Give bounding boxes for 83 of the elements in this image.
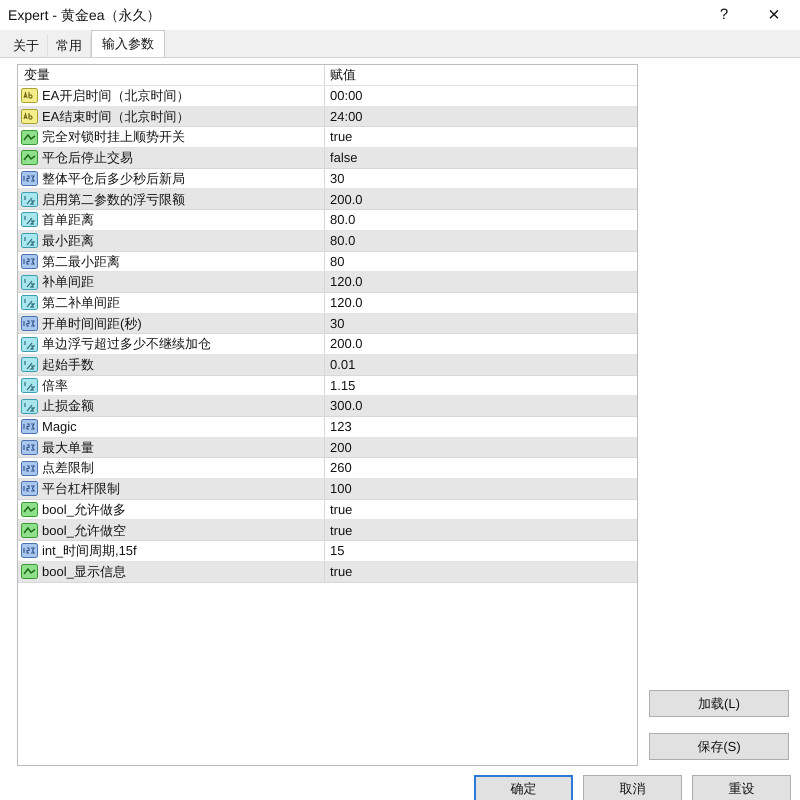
parameter-name: bool_允许做空 <box>42 522 126 540</box>
parameter-value[interactable]: 1.15 <box>325 376 635 396</box>
integer-type-icon <box>21 254 38 269</box>
parameter-name: 点差限制 <box>42 459 94 478</box>
fraction-type-icon <box>21 378 38 393</box>
parameter-value[interactable]: 15 <box>325 541 635 561</box>
parameter-name: 平台杠杆限制 <box>42 480 120 498</box>
parameter-value[interactable]: 200.0 <box>325 190 635 210</box>
fraction-type-icon <box>21 212 38 228</box>
fraction-type-icon <box>21 295 38 310</box>
dialog-button[interactable]: 重设 <box>692 775 791 800</box>
parameter-name: 平仓后停止交易 <box>42 149 133 168</box>
parameter-value[interactable]: 200.0 <box>325 334 635 354</box>
parameter-value[interactable]: 0.01 <box>325 355 635 375</box>
tab[interactable]: 输入参数 <box>91 30 165 57</box>
parameter-name: 起始手数 <box>42 356 94 374</box>
parameter-value[interactable]: 30 <box>325 168 635 188</box>
switch-type-icon <box>21 150 38 166</box>
integer-type-icon <box>21 543 38 558</box>
parameter-name: 单边浮亏超过多少不继续加仓 <box>42 335 211 354</box>
parameter-name: 启用第二参数的浮亏限额 <box>42 190 185 209</box>
integer-type-icon <box>21 481 38 496</box>
close-button[interactable]: × <box>764 0 784 30</box>
integer-type-icon <box>21 171 38 186</box>
parameter-value[interactable]: true <box>325 520 635 540</box>
parameter-name: 第二最小距离 <box>42 252 120 271</box>
parameter-name: Magic <box>42 418 77 436</box>
column-header[interactable]: 赋值 <box>325 65 356 85</box>
parameter-value[interactable]: 120.0 <box>325 292 635 312</box>
parameter-name: 完全对锁时挂上顺势开关 <box>42 128 185 146</box>
integer-type-icon <box>21 460 38 476</box>
dialog-button[interactable]: 确定 <box>474 775 573 800</box>
parameter-value[interactable]: 30 <box>325 314 635 334</box>
integer-type-icon <box>21 440 38 456</box>
parameter-name: 整体平仓后多少秒后新局 <box>42 170 185 188</box>
column-header[interactable]: 变量 <box>18 65 325 85</box>
help-button[interactable]: ? <box>714 4 734 26</box>
parameter-name: int_时间周期,15f <box>42 542 137 560</box>
text-type-icon <box>21 109 38 124</box>
parameter-name: EA结束时间（北京时间） <box>42 108 190 126</box>
parameter-name: 开单时间间距(秒) <box>42 314 142 333</box>
parameter-name: EA开启时间（北京时间） <box>42 87 190 106</box>
side-button[interactable]: 加载(L) <box>649 690 789 717</box>
integer-type-icon <box>21 316 38 331</box>
parameter-value[interactable]: 80.0 <box>325 210 635 230</box>
switch-type-icon <box>21 502 38 518</box>
parameter-value[interactable]: 100 <box>325 479 635 499</box>
text-type-icon <box>21 88 38 104</box>
parameter-name: bool_显示信息 <box>42 562 126 581</box>
parameter-value[interactable]: true <box>325 127 635 147</box>
fraction-type-icon <box>21 192 38 207</box>
switch-type-icon <box>21 564 38 580</box>
parameter-value[interactable]: false <box>325 148 635 168</box>
integer-type-icon <box>21 419 38 434</box>
parameter-name: 第二补单间距 <box>42 294 120 312</box>
parameter-value[interactable]: 00:00 <box>325 86 635 106</box>
parameter-name: 首单距离 <box>42 211 94 230</box>
parameter-value[interactable]: 80.0 <box>325 230 635 250</box>
parameter-value[interactable]: 123 <box>325 417 635 437</box>
parameter-name: 最大单量 <box>42 438 94 457</box>
parameter-value[interactable]: 80 <box>325 252 635 272</box>
switch-type-icon <box>21 130 38 145</box>
parameter-value[interactable]: 120.0 <box>325 272 635 292</box>
fraction-type-icon <box>21 398 38 414</box>
parameter-value[interactable]: 24:00 <box>325 106 635 126</box>
fraction-type-icon <box>21 336 38 352</box>
parameter-value[interactable]: true <box>325 562 635 582</box>
parameter-value[interactable]: true <box>325 500 635 520</box>
parameter-name: 补单间距 <box>42 273 94 292</box>
dialog-button[interactable]: 取消 <box>583 775 682 800</box>
parameter-value[interactable]: 300.0 <box>325 396 635 416</box>
side-button[interactable]: 保存(S) <box>649 733 789 760</box>
parameter-value[interactable]: 200 <box>325 438 635 458</box>
fraction-type-icon <box>21 274 38 290</box>
parameter-name: 倍率 <box>42 376 68 395</box>
fraction-type-icon <box>21 233 38 248</box>
switch-type-icon <box>21 522 38 538</box>
parameter-name: 止损金额 <box>42 397 94 416</box>
fraction-type-icon <box>21 357 38 372</box>
window-title: Expert - 黄金ea（永久） <box>8 6 162 25</box>
parameter-name: 最小距离 <box>42 232 94 250</box>
parameter-name: bool_允许做多 <box>42 500 126 519</box>
parameter-value[interactable]: 260 <box>325 458 635 478</box>
